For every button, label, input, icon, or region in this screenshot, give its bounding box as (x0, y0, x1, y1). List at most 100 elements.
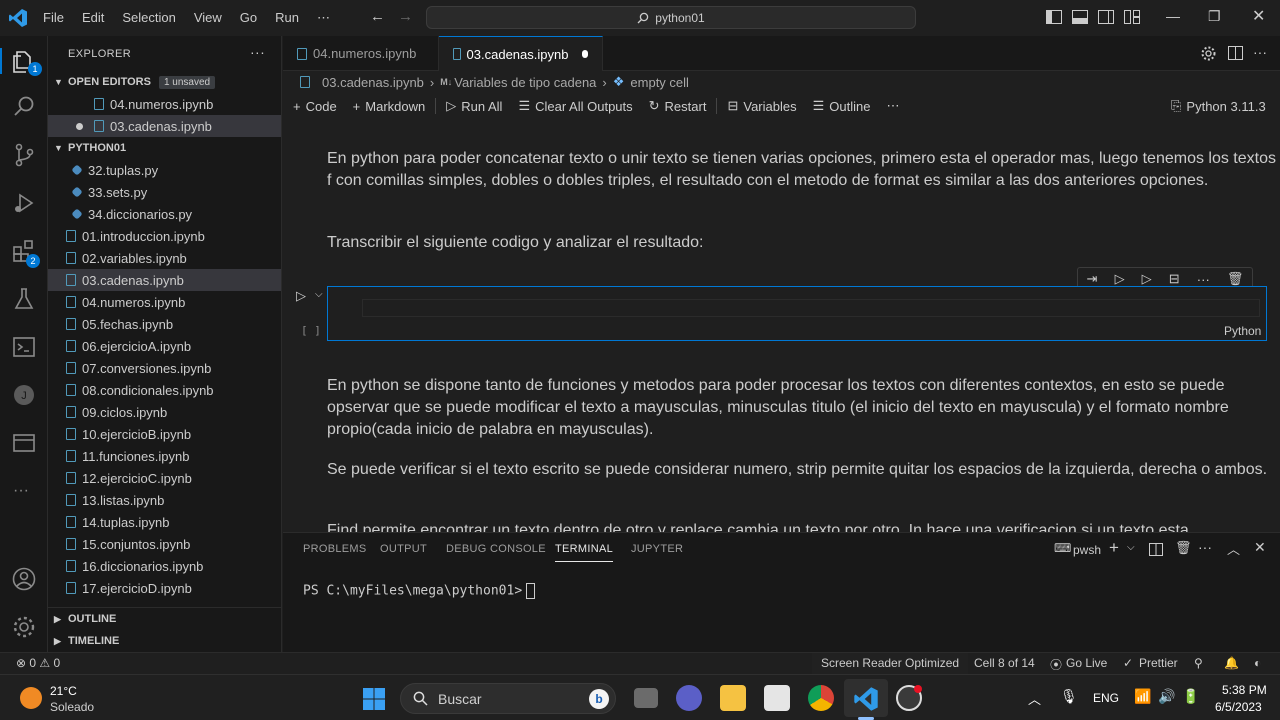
file-item[interactable]: 01.introduccion.ipynb (48, 225, 281, 247)
run-all-button[interactable]: ▷ Run All (438, 98, 510, 114)
outline-button[interactable]: ☰ Outline (805, 98, 879, 114)
open-editors-header[interactable]: ▼ OPEN EDITORS 1 unsaved (48, 71, 281, 93)
terminal-output[interactable]: PS C:\myFiles\mega\python01> (303, 583, 536, 599)
file-item[interactable]: 34.diccionarios.py (48, 203, 281, 225)
volume-icon[interactable]: 🔊 (1158, 688, 1175, 705)
tab-terminal[interactable]: TERMINAL (555, 543, 614, 562)
breadcrumb-section[interactable]: Variables de tipo cadena (454, 75, 596, 90)
language-indicator[interactable]: ENG (1093, 691, 1119, 705)
code-cell-editor[interactable] (362, 299, 1260, 317)
run-below-icon[interactable]: ▷ (1115, 271, 1125, 287)
accounts-icon[interactable]: ◐ (1254, 656, 1261, 670)
cell-language-label[interactable]: Python (1224, 324, 1261, 338)
outline-header[interactable]: ▶ OUTLINE (54, 608, 116, 630)
split-cell-icon[interactable]: ⊟ (1169, 271, 1180, 287)
file-item[interactable]: 10.ejercicioB.ipynb (48, 423, 281, 445)
windows-start-icon[interactable] (362, 687, 386, 711)
clear-outputs-button[interactable]: ☰ Clear All Outputs (510, 98, 640, 114)
variables-button[interactable]: ⊟ Variables (719, 98, 804, 114)
cell-position[interactable]: Cell 8 of 14 (974, 656, 1035, 670)
add-code-button[interactable]: + Code (283, 99, 345, 114)
open-editor-item[interactable]: 03.cadenas.ipynb (48, 115, 281, 137)
forward-arrow-icon[interactable]: → (398, 8, 413, 25)
toggle-secondary-sidebar-icon[interactable] (1098, 10, 1114, 24)
remote-explorer-icon[interactable] (11, 430, 37, 456)
file-item[interactable]: 33.sets.py (48, 181, 281, 203)
run-debug-icon[interactable] (11, 190, 37, 216)
customize-layout-icon[interactable] (1124, 10, 1140, 24)
close-panel-icon[interactable]: ✕ (1254, 539, 1266, 556)
file-item[interactable]: 13.listas.ipynb (48, 489, 281, 511)
back-arrow-icon[interactable]: ← (370, 8, 385, 25)
prettier-button[interactable]: Prettier (1139, 656, 1178, 670)
run-above-icon[interactable]: ⇥ (1087, 271, 1098, 287)
kernel-picker[interactable]: ⎘ Python 3.11.3 (1163, 98, 1274, 114)
open-editor-item[interactable]: 04.numeros.ipynb (48, 93, 281, 115)
file-item[interactable]: 14.tuplas.ipynb (48, 511, 281, 533)
account-icon[interactable] (11, 566, 37, 592)
panel-more-icon[interactable]: ··· (1198, 539, 1212, 555)
chevron-up-icon[interactable]: ︿ (1028, 689, 1041, 708)
restart-button[interactable]: ↻ Restart (641, 98, 715, 114)
split-terminal-icon[interactable] (1149, 543, 1163, 556)
menu-selection[interactable]: Selection (113, 10, 184, 26)
more-views-icon[interactable]: ··· (13, 482, 29, 500)
file-item[interactable]: 07.conversiones.ipynb (48, 357, 281, 379)
file-item[interactable]: 12.ejercicioC.ipynb (48, 467, 281, 489)
timeline-header[interactable]: ▶ TIMELINE (54, 630, 119, 652)
feedback-icon[interactable]: ⚲ (1194, 656, 1203, 670)
menu-view[interactable]: View (185, 10, 231, 26)
weather-sun-icon[interactable] (20, 687, 42, 709)
tab-cadenas[interactable]: 03.cadenas.ipynb (439, 36, 603, 71)
tab-numeros[interactable]: 04.numeros.ipynb (283, 36, 439, 71)
store-icon[interactable] (764, 685, 790, 711)
tab-jupyter[interactable]: JUPYTER (631, 543, 683, 555)
vscode-taskbar-icon[interactable] (853, 686, 879, 712)
run-cell-icon[interactable]: ▷ (296, 288, 306, 304)
wifi-icon[interactable]: 📶 (1134, 688, 1151, 705)
delete-cell-icon[interactable]: 🗑 (1227, 271, 1244, 287)
battery-icon[interactable]: 🔋 (1182, 688, 1199, 705)
testing-flask-icon[interactable] (11, 286, 37, 312)
notifications-bell-icon[interactable]: 🔔 (1224, 656, 1239, 670)
settings-gear-icon[interactable] (11, 614, 37, 640)
microphone-icon[interactable]: 🎙 (1060, 688, 1078, 705)
cell-more-icon[interactable]: ··· (1197, 272, 1210, 287)
breadcrumb-cell[interactable]: empty cell (630, 75, 689, 90)
file-item[interactable]: 32.tuplas.py (48, 159, 281, 181)
breadcrumb-file[interactable]: 03.cadenas.ipynb (322, 75, 424, 90)
file-item[interactable]: 11.funciones.ipynb (48, 445, 281, 467)
clock-time[interactable]: 5:38 PM (1222, 683, 1267, 697)
toolbar-more-button[interactable]: ⋯ (878, 98, 907, 114)
chevron-down-icon[interactable]: ⌵ (1127, 542, 1135, 553)
file-explorer-icon[interactable] (720, 685, 746, 711)
run-cell-and-below-icon[interactable]: ▷ (1142, 271, 1152, 287)
problems-indicator[interactable]: ⊗ 0 ⚠ 0 (16, 656, 60, 670)
toggle-panel-icon[interactable] (1072, 10, 1088, 24)
split-editor-icon[interactable] (1228, 46, 1243, 60)
task-view-icon[interactable] (634, 688, 658, 708)
jupyter-icon[interactable]: J (11, 382, 37, 408)
close-window-button[interactable]: ✕ (1252, 6, 1265, 26)
file-item[interactable]: 15.conjuntos.ipynb (48, 533, 281, 555)
file-item[interactable]: 06.ejercicioA.ipynb (48, 335, 281, 357)
go-live-button[interactable]: Go Live (1066, 656, 1107, 670)
menu-file[interactable]: File (34, 10, 73, 26)
file-item[interactable]: 17.ejercicioD.ipynb (48, 577, 281, 599)
source-control-icon[interactable] (11, 142, 37, 168)
command-center[interactable]: python01 (426, 6, 916, 29)
file-item[interactable]: 16.diccionarios.ipynb (48, 555, 281, 577)
folder-header[interactable]: ▼ PYTHON01 (48, 137, 281, 159)
file-item[interactable]: 04.numeros.ipynb (48, 291, 281, 313)
restore-button[interactable]: ❐ (1208, 8, 1221, 25)
terminal-shell-label[interactable]: pwsh (1073, 543, 1101, 557)
chat-icon[interactable] (676, 685, 702, 711)
chrome-icon[interactable] (808, 685, 834, 711)
menu-run[interactable]: Run (266, 10, 308, 26)
clock-date[interactable]: 6/5/2023 (1215, 700, 1262, 714)
menu-edit[interactable]: Edit (73, 10, 113, 26)
file-item[interactable]: 08.condicionales.ipynb (48, 379, 281, 401)
add-markdown-button[interactable]: + Markdown (345, 99, 434, 114)
gear-icon[interactable] (1201, 46, 1216, 61)
editor-more-icon[interactable]: ··· (1253, 44, 1267, 60)
